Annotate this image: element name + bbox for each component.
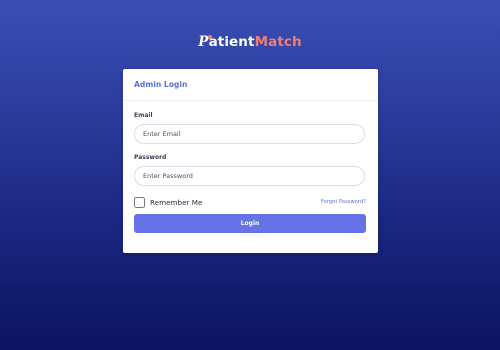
remember-me-label[interactable]: Remember Me xyxy=(150,198,202,207)
email-label: Email xyxy=(134,112,153,119)
login-button[interactable]: Login xyxy=(134,214,366,233)
card-divider xyxy=(123,100,378,101)
remember-me-checkbox[interactable] xyxy=(134,197,145,208)
login-card: Admin Login Email Password Remember Me F… xyxy=(123,69,378,253)
remember-me: Remember Me xyxy=(134,196,202,209)
card-title: Admin Login xyxy=(134,80,188,89)
password-field[interactable] xyxy=(134,166,365,186)
logo-text-match: Match xyxy=(254,34,302,50)
password-label: Password xyxy=(134,154,167,161)
logo-text-patient: atient xyxy=(208,34,255,50)
forgot-password-link[interactable]: Forgot Password? xyxy=(321,199,366,205)
email-field[interactable] xyxy=(134,124,365,144)
logo-p-mark: P xyxy=(198,34,212,50)
brand-logo: PatientMatch xyxy=(0,34,500,50)
logo-accent-dot xyxy=(207,35,212,39)
